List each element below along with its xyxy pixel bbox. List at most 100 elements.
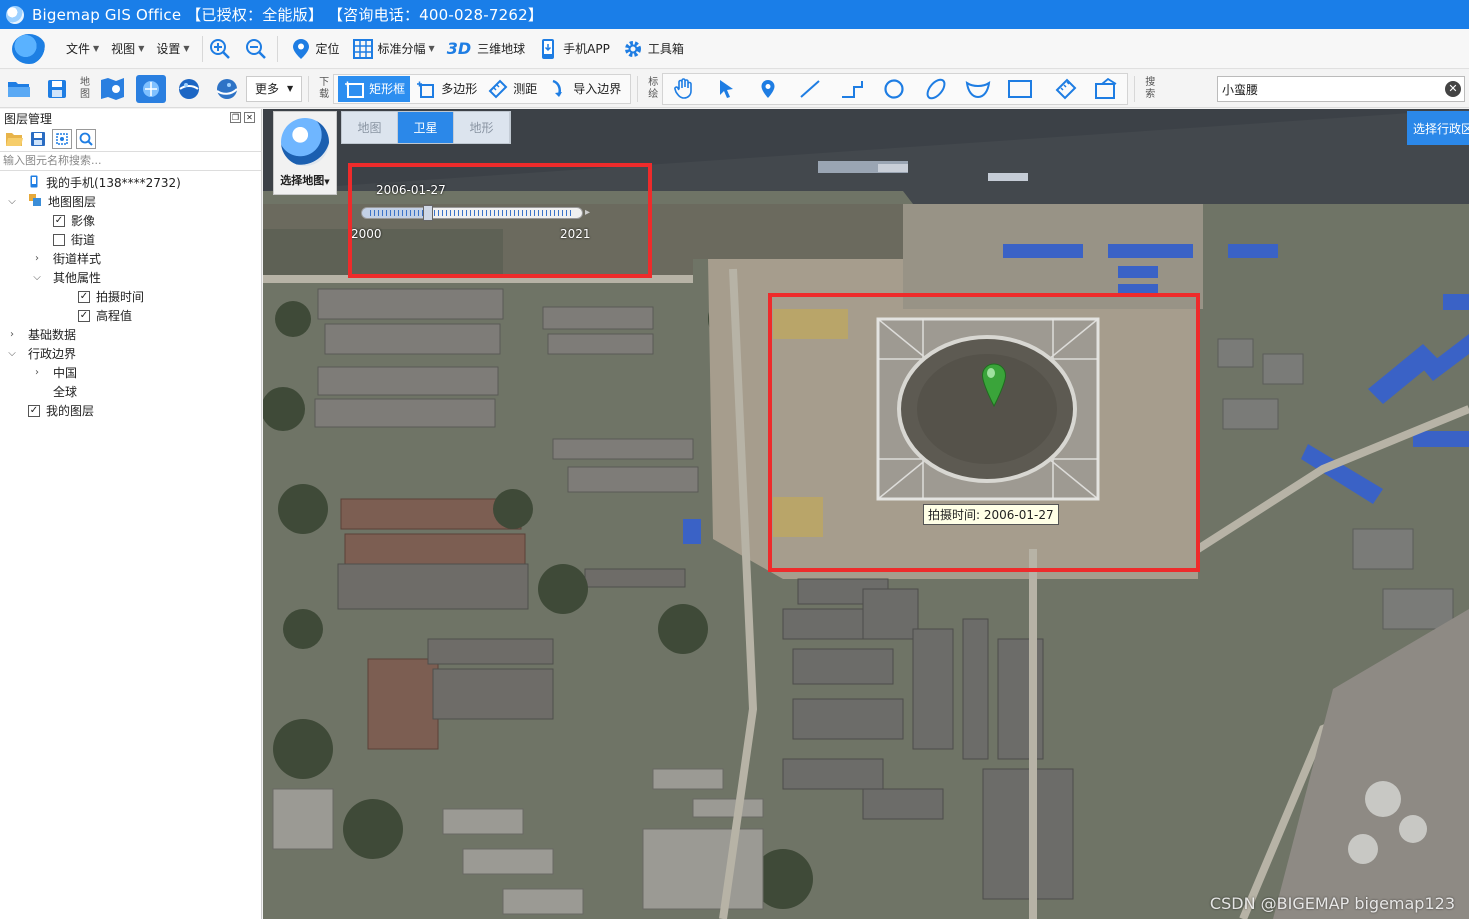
line-tool-icon[interactable] — [795, 75, 825, 103]
chevron-down-icon[interactable]: ⌵ — [31, 272, 43, 283]
import-arrow-icon — [547, 78, 569, 100]
clear-icon[interactable]: ✕ — [1445, 81, 1461, 97]
search-input-value: 小蛮腰 — [1222, 82, 1259, 97]
globe-icon[interactable] — [174, 75, 204, 103]
tree-item-global[interactable]: 全球 — [0, 382, 261, 401]
tab-terrain[interactable]: 地形 — [454, 112, 510, 143]
gear-icon — [622, 38, 644, 60]
window-title: Bigemap GIS Office 【已授权：全能版】 【咨询电话：400-0… — [32, 6, 544, 24]
tree-item-imagery[interactable]: ✓ 影像 — [0, 211, 261, 230]
measure-button[interactable]: 测距 — [482, 76, 542, 102]
download-group-label: 下载 — [319, 76, 330, 100]
location-marker-icon[interactable] — [981, 363, 1007, 407]
globe-alt-icon[interactable] — [212, 75, 242, 103]
select-all-icon[interactable] — [52, 129, 72, 149]
panel-tools — [0, 127, 261, 151]
annotate-tools — [662, 72, 1129, 105]
menu-file[interactable]: 文件 ▼ — [60, 35, 105, 63]
globe-3d-button[interactable]: 3D 三维地球 — [441, 35, 531, 63]
chevron-down-icon: ▼ — [138, 44, 145, 53]
tree-item-elevation[interactable]: ✓ 高程值 — [0, 306, 261, 325]
rectangle-tool-icon[interactable] — [1005, 75, 1035, 103]
search-input[interactable]: 小蛮腰 ✕ — [1217, 76, 1465, 102]
map-type-tabs: 地图 卫星 地形 — [341, 111, 511, 144]
separator — [1134, 75, 1136, 102]
open-folder-icon[interactable] — [4, 129, 24, 149]
tree-item-admin-border[interactable]: ⌵ 行政边界 — [0, 344, 261, 363]
checkbox-unchecked[interactable] — [53, 233, 65, 246]
circle-tool-icon[interactable] — [879, 75, 909, 103]
chevron-right-icon[interactable]: › — [6, 329, 18, 340]
rect-box-button[interactable]: 矩形框 — [338, 75, 411, 102]
checkbox-checked[interactable]: ✓ — [78, 309, 90, 322]
tab-satellite[interactable]: 卫星 — [398, 112, 454, 143]
chevron-down-icon: ▼ — [428, 44, 435, 53]
chevron-right-icon[interactable]: › — [31, 253, 43, 264]
ruler-tool-icon[interactable] — [1051, 75, 1081, 103]
menu-toolbar: 文件 ▼ 视图 ▼ 设置 ▼ 定位 标准分幅 ▼ 3D 三维地球 手机APP 工具箱 — [0, 29, 1469, 69]
tree-item-phone[interactable]: 我的手机(138****2732) — [0, 173, 261, 192]
hand-pan-icon[interactable] — [669, 75, 699, 103]
standard-grid-button[interactable]: 标准分幅 ▼ — [346, 35, 441, 63]
layers-icon — [28, 193, 42, 210]
freeform-shape-icon[interactable] — [963, 75, 993, 103]
polygon-button[interactable]: 多边形 — [410, 76, 482, 102]
import-border-button[interactable]: 导入边界 — [542, 76, 626, 102]
mobile-app-button[interactable]: 手机APP — [531, 35, 616, 63]
select-map-button[interactable]: 选择地图▼ — [273, 111, 337, 195]
menu-view[interactable]: 视图 ▼ — [105, 35, 150, 63]
tree-item-map-layers[interactable]: ⌵ 地图图层 — [0, 192, 261, 211]
map-layers-icon[interactable] — [98, 75, 128, 103]
open-folder-icon[interactable] — [4, 75, 34, 103]
rectangle-select-icon — [343, 78, 365, 100]
tree-item-capture-time[interactable]: ✓ 拍摄时间 — [0, 287, 261, 306]
checkbox-checked[interactable]: ✓ — [28, 404, 40, 417]
tree-item-my-layers[interactable]: ✓ 我的图层 — [0, 401, 261, 420]
marker-pin-icon[interactable] — [753, 75, 783, 103]
panel-header: 图层管理 ❐ ✕ — [0, 109, 261, 127]
zoom-in-icon[interactable] — [209, 38, 231, 60]
download-tools: 矩形框 多边形 测距 导入边界 — [333, 73, 632, 104]
menu-settings[interactable]: 设置 ▼ — [150, 35, 195, 63]
chevron-right-icon[interactable]: › — [31, 367, 43, 378]
search-icon[interactable] — [76, 129, 96, 149]
toolbox-button[interactable]: 工具箱 — [616, 35, 690, 63]
phone-icon — [30, 175, 38, 191]
satellite-map-view[interactable]: 选择地图▼ 地图 卫星 地形 选择行政区 2006-01-27 ▸ 2000 2… — [263, 109, 1469, 919]
tab-map[interactable]: 地图 — [342, 112, 398, 143]
locate-button[interactable]: 定位 — [284, 35, 346, 63]
restore-icon[interactable]: ❐ — [230, 112, 241, 123]
ellipse-tool-icon[interactable] — [921, 75, 951, 103]
chevron-down-icon: ▼ — [93, 44, 100, 53]
layer-search-input[interactable]: 输入图元名称搜索... — [0, 151, 261, 171]
phone-icon — [537, 38, 559, 60]
tree-item-base-data[interactable]: › 基础数据 — [0, 325, 261, 344]
area-measure-icon[interactable] — [1091, 75, 1121, 103]
checkbox-checked[interactable]: ✓ — [53, 214, 65, 227]
location-pin-icon — [290, 38, 312, 60]
chevron-down-icon[interactable]: ⌵ — [6, 196, 18, 207]
close-icon[interactable]: ✕ — [244, 112, 255, 123]
chevron-down-icon[interactable]: ⌵ — [6, 348, 18, 359]
grid-icon — [352, 38, 374, 60]
google-map-icon[interactable] — [136, 74, 166, 103]
select-region-button[interactable]: 选择行政区 — [1407, 111, 1469, 145]
pointer-arrow-icon[interactable] — [711, 75, 741, 103]
separator — [276, 35, 278, 62]
app-menu-icon[interactable] — [12, 33, 46, 64]
more-button[interactable]: 更多 ▼ — [246, 75, 303, 102]
tree-item-street-style[interactable]: › 街道样式 — [0, 249, 261, 268]
layer-tree: 我的手机(138****2732) ⌵ 地图图层 ✓ 影像 街道 › 街道样式 … — [0, 171, 261, 420]
tree-item-street[interactable]: 街道 — [0, 230, 261, 249]
tree-item-china[interactable]: › 中国 — [0, 363, 261, 382]
save-icon[interactable] — [42, 75, 72, 103]
polyline-tool-icon[interactable] — [837, 75, 867, 103]
checkbox-checked[interactable]: ✓ — [78, 290, 90, 303]
capture-time-tooltip: 拍摄时间: 2006-01-27 — [923, 504, 1059, 525]
highlight-box-site — [768, 293, 1200, 572]
zoom-out-icon[interactable] — [245, 38, 267, 60]
save-icon[interactable] — [28, 129, 48, 149]
tree-item-other-props[interactable]: ⌵ 其他属性 — [0, 268, 261, 287]
select-map-label: 选择地图▼ — [280, 174, 330, 187]
3d-icon: 3D — [446, 39, 472, 58]
